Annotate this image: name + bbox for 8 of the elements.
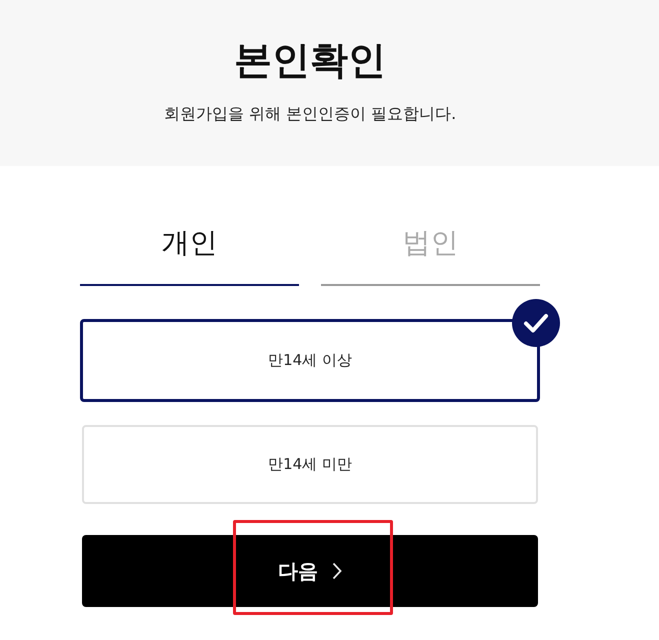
check-icon — [512, 299, 560, 347]
age-option[interactable]: 만14세 미만 — [82, 425, 538, 504]
age-option[interactable]: 만14세 이상 — [80, 319, 540, 402]
chevron-right-icon — [332, 562, 342, 580]
page-title: 본인확인 — [233, 37, 387, 84]
tab[interactable]: 개인 — [80, 225, 299, 286]
next-button[interactable]: 다음 — [82, 535, 538, 607]
page-subtitle: 회원가입을 위해 본인인증이 필요합니다. — [162, 103, 458, 125]
